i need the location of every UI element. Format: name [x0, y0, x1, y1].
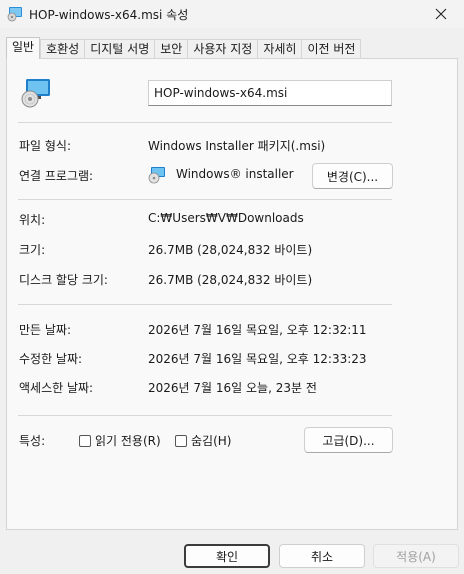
tab-digital-signatures[interactable]: 디지털 서명	[84, 39, 155, 59]
cancel-button[interactable]: 취소	[279, 544, 365, 568]
opens-with-label: 연결 프로그램:	[19, 169, 94, 183]
accessed-label: 액세스한 날짜:	[19, 381, 94, 395]
tab-compatibility[interactable]: 호환성	[40, 39, 85, 59]
tab-general[interactable]: 일반	[6, 37, 41, 59]
divider	[18, 304, 392, 305]
tab-details[interactable]: 자세히	[257, 39, 302, 59]
title-bar: HOP-windows-x64.msi 속성	[0, 0, 464, 28]
checkbox-box[interactable]	[175, 434, 187, 447]
tab-strip: 일반 호환성 디지털 서명 보안 사용자 지정 자세히 이전 버전	[6, 37, 362, 59]
opens-with-value: Windows® installer	[176, 167, 294, 181]
location-label: 위치:	[19, 213, 46, 227]
readonly-checkbox-label: 읽기 전용(R)	[95, 434, 161, 448]
accessed-value: 2026년 7월 16일 오늘, 23분 전	[148, 381, 317, 395]
ok-button[interactable]: 확인	[184, 544, 270, 568]
location-value: C:₩Users₩V₩Downloads	[148, 211, 304, 225]
tab-previous-versions[interactable]: 이전 버전	[301, 39, 362, 59]
close-icon	[435, 8, 447, 20]
modified-value: 2026년 7월 16일 목요일, 오후 12:33:23	[148, 352, 367, 366]
divider	[18, 122, 392, 123]
size-label: 크기:	[19, 243, 46, 257]
tab-custom[interactable]: 사용자 지정	[187, 39, 258, 59]
apply-button[interactable]: 적용(A)	[373, 544, 459, 568]
installer-app-icon	[148, 167, 165, 184]
msi-file-icon	[21, 79, 50, 108]
general-panel: 파일 형식: Windows Installer 패키지(.msi) 연결 프로…	[6, 58, 458, 530]
size-on-disk-label: 디스크 할당 크기:	[19, 273, 108, 287]
divider	[18, 199, 392, 200]
hidden-checkbox-label: 숨김(H)	[191, 434, 232, 448]
divider	[18, 415, 392, 416]
close-button[interactable]	[418, 0, 464, 28]
advanced-button[interactable]: 고급(D)...	[304, 427, 393, 453]
checkbox-box[interactable]	[79, 434, 91, 447]
size-on-disk-value: 26.7MB (28,024,832 바이트)	[148, 273, 313, 287]
modified-label: 수정한 날짜:	[19, 352, 83, 366]
readonly-checkbox[interactable]: 읽기 전용(R)	[79, 432, 161, 449]
file-type-value: Windows Installer 패키지(.msi)	[148, 139, 326, 153]
change-button[interactable]: 변경(C)...	[312, 163, 393, 189]
file-type-label: 파일 형식:	[19, 139, 72, 153]
created-label: 만든 날짜:	[19, 323, 72, 337]
attributes-label: 특성:	[19, 434, 46, 448]
window-title: HOP-windows-x64.msi 속성	[29, 8, 189, 22]
msi-installer-icon	[7, 7, 22, 22]
tab-security[interactable]: 보안	[154, 39, 188, 59]
size-value: 26.7MB (28,024,832 바이트)	[148, 243, 313, 257]
file-name-input[interactable]	[148, 80, 392, 106]
hidden-checkbox[interactable]: 숨김(H)	[175, 432, 231, 449]
created-value: 2026년 7월 16일 목요일, 오후 12:32:11	[148, 323, 367, 337]
